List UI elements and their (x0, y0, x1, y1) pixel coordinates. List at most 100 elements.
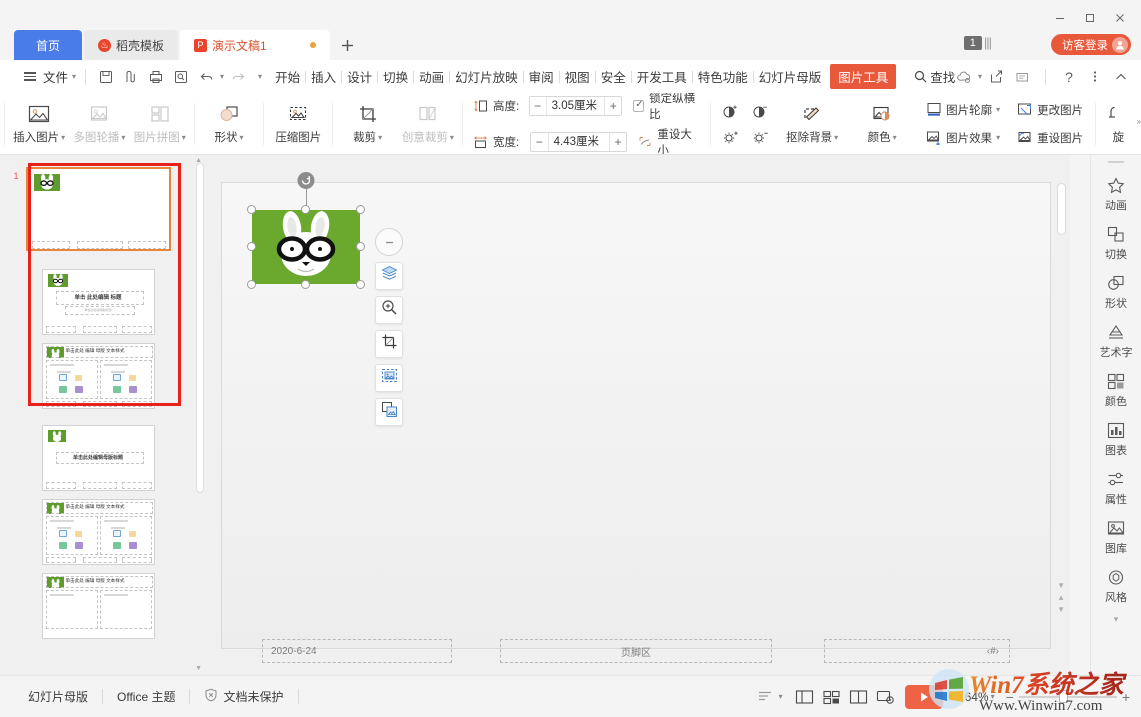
shape-button[interactable]: 形状 ▾ (199, 96, 259, 152)
resize-handle-s[interactable] (301, 280, 310, 289)
width-increase-button[interactable]: + (610, 135, 627, 149)
remove-background-button[interactable]: 抠除背景 ▾ (779, 96, 845, 152)
sidebar-item-color[interactable]: 颜色 (1092, 365, 1140, 414)
picture-outline-button[interactable]: 图片轮廓 ▾ (919, 97, 1006, 123)
status-slide-master[interactable]: 幻灯片母版 (14, 688, 102, 705)
slide-thumbnail-3[interactable]: 单击此处 编辑 母版 文本样式 (41, 343, 155, 409)
sidebar-drag-handle[interactable] (1108, 161, 1124, 163)
brightness-increase-icon[interactable] (721, 127, 741, 147)
slide-thumbnail-panel[interactable]: 1 单击 此处编辑 标题 单击此处编辑副标题 单击此处 编辑 母版 文本样式 单… (0, 155, 210, 675)
slide-thumbnail-1[interactable]: 1 (14, 167, 171, 251)
height-decrease-button[interactable]: − (530, 99, 546, 113)
comment-icon[interactable] (1010, 65, 1034, 89)
contrast-decrease-icon[interactable] (751, 101, 771, 121)
resize-handle-sw[interactable] (247, 280, 256, 289)
collapse-ribbon-icon[interactable] (1109, 65, 1133, 89)
minimize-button[interactable] (1045, 8, 1075, 28)
undo-icon[interactable] (195, 66, 217, 88)
editor-vertical-scrollbar[interactable]: ▼ ▲ ▼ (1057, 183, 1066, 614)
thumbnail-scrollbar[interactable] (196, 163, 204, 493)
tab-daoke-template[interactable]: ♨ 稻壳模板 (84, 30, 179, 60)
tab-slideshow[interactable]: 幻灯片放映 (450, 64, 523, 89)
carousel-button[interactable]: 多图轮播 ▾ (69, 96, 129, 152)
sidebar-item-chart[interactable]: 图表 (1092, 414, 1140, 463)
slide-thumbnail-6[interactable]: 单击此处 编辑 母版 文本样式 (41, 573, 155, 639)
sidebar-item-animation[interactable]: 动画 (1092, 169, 1140, 218)
slide-sorter-icon[interactable] (818, 685, 845, 709)
collapse-floating-toolbar[interactable] (375, 228, 403, 256)
tab-presentation1[interactable]: P 演示文稿1 (180, 30, 331, 60)
help-icon[interactable]: ? (1057, 65, 1081, 89)
width-stepper[interactable]: − 4.43厘米 + (529, 131, 628, 152)
sidebar-item-wordart[interactable]: 艺术字 (1092, 316, 1140, 365)
height-increase-button[interactable]: + (605, 99, 621, 113)
slide-canvas[interactable]: 2020-6-24 页脚区 ‹#› (222, 172, 1050, 663)
ribbon-overflow-icon[interactable]: » (1137, 117, 1141, 126)
duplicate-button[interactable] (375, 398, 403, 426)
brightness-decrease-icon[interactable] (751, 127, 771, 147)
sidebar-item-transition[interactable]: 切换 (1092, 218, 1140, 267)
share-icon[interactable] (984, 65, 1008, 89)
height-value[interactable]: 3.05厘米 (545, 96, 606, 115)
print-icon[interactable] (145, 66, 167, 88)
collage-button[interactable]: 图片拼图 ▾ (130, 96, 190, 152)
tab-security[interactable]: 安全 (596, 64, 631, 89)
status-office-theme[interactable]: Office 主题 (103, 688, 189, 705)
resize-handle-se[interactable] (356, 280, 365, 289)
contrast-increase-icon[interactable] (721, 101, 741, 121)
more-icon[interactable] (1083, 65, 1107, 89)
outline-view-icon[interactable] (752, 685, 779, 709)
slide-edit-area[interactable]: 2020-6-24 页脚区 ‹#› ▼ ▲ ▼ (210, 155, 1070, 675)
resize-handle-nw[interactable] (247, 205, 256, 214)
rotate-button[interactable]: 旋 (1100, 96, 1137, 152)
tab-start[interactable]: 开始 (270, 64, 305, 89)
insert-picture-button[interactable]: 插入图片 ▾ (9, 96, 69, 152)
reset-size-button[interactable]: 重设大小 (638, 126, 700, 154)
normal-view-icon[interactable] (791, 685, 818, 709)
previous-slide-button[interactable]: ▲ (1057, 593, 1065, 602)
rabbit-image[interactable] (252, 210, 360, 284)
resize-handle-n[interactable] (301, 205, 310, 214)
tab-review[interactable]: 审阅 (524, 64, 559, 89)
presenter-view-icon[interactable] (872, 685, 899, 709)
resize-handle-e[interactable] (356, 242, 365, 251)
width-decrease-button[interactable]: − (531, 135, 548, 149)
footer-placeholder[interactable]: 页脚区 (500, 639, 772, 663)
guest-login-button[interactable]: 访客登录 (1051, 34, 1131, 55)
creative-crop-button[interactable]: 创意裁剪 ▾ (398, 96, 458, 152)
outline-view-dropdown-icon[interactable]: ▾ (779, 692, 783, 701)
customize-quick-access-icon[interactable]: ▾ (258, 72, 262, 81)
reset-picture-button[interactable]: 重设图片 (1010, 125, 1089, 151)
tab-insert[interactable]: 插入 (306, 64, 341, 89)
print-find-icon[interactable] (170, 66, 192, 88)
reading-view-icon[interactable] (845, 685, 872, 709)
sidebar-item-gallery[interactable]: 图库 (1092, 512, 1140, 561)
tab-slide-master[interactable]: 幻灯片母版 (754, 64, 827, 89)
tab-picture-tools[interactable]: 图片工具 (830, 64, 897, 89)
height-stepper[interactable]: − 3.05厘米 + (528, 95, 623, 116)
scrollbar-thumb[interactable] (1057, 183, 1066, 235)
picture-effects-button[interactable]: 图片效果 ▾ (919, 125, 1006, 151)
color-button[interactable]: 颜色 ▾ (849, 96, 915, 152)
lock-aspect-ratio-checkbox[interactable]: 锁定纵横比 (633, 93, 700, 122)
print-preview-icon[interactable] (120, 66, 142, 88)
tab-transition[interactable]: 切换 (378, 64, 413, 89)
cloud-dropdown-icon[interactable]: ▾ (978, 72, 982, 81)
crop-button[interactable] (375, 330, 403, 358)
resize-handle-ne[interactable] (356, 205, 365, 214)
sidebar-item-properties[interactable]: 属性 (1092, 463, 1140, 512)
date-placeholder[interactable]: 2020-6-24 (262, 639, 452, 663)
undo-dropdown-icon[interactable]: ▾ (220, 72, 224, 81)
new-tab-button[interactable] (332, 30, 362, 60)
selected-picture-wrapper[interactable] (247, 172, 365, 289)
smart-select-button[interactable] (375, 364, 403, 392)
zoom-picture-button[interactable] (375, 296, 403, 324)
sidebar-collapse-icon[interactable]: ▾ (1114, 614, 1119, 625)
tab-design[interactable]: 设计 (342, 64, 377, 89)
status-document-protection[interactable]: 文档未保护 (190, 688, 297, 705)
compress-picture-button[interactable]: 压缩图片 (268, 96, 328, 152)
tab-featured[interactable]: 特色功能 (693, 64, 753, 89)
slide-thumbnail-2[interactable]: 单击 此处编辑 标题 单击此处编辑副标题 (41, 269, 155, 335)
sidebar-item-style[interactable]: 风格 (1092, 561, 1140, 610)
slide-number-placeholder[interactable]: ‹#› (824, 639, 1010, 663)
